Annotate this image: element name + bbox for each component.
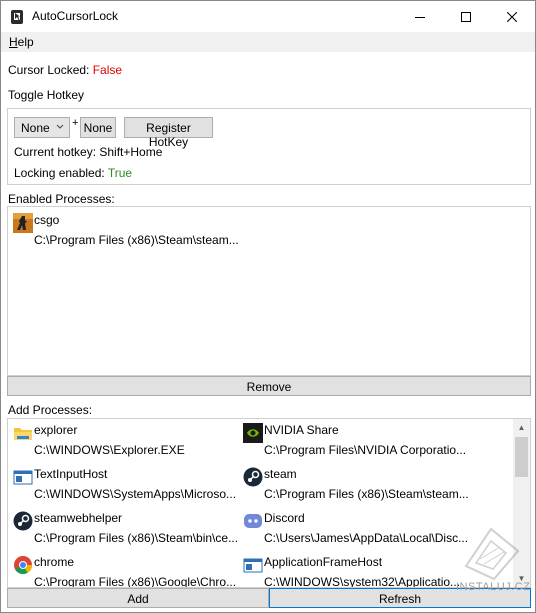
menu-help-rest: elp (17, 35, 34, 49)
enabled-processes-list[interactable]: csgo C:\Program Files (x86)\Steam\steam.… (7, 206, 531, 376)
register-hotkey-button[interactable]: Register HotKey (124, 117, 213, 149)
process-path: C:\Program Files (x86)\Steam\steam... (264, 487, 469, 501)
maximize-icon (461, 11, 471, 22)
process-name: steamwebhelper (34, 511, 123, 525)
modifier-select-value: None (21, 121, 50, 135)
add-processes-list[interactable]: explorer C:\WINDOWS\Explorer.EXE NVIDIA … (7, 418, 531, 588)
hotkey-key-button[interactable]: None (80, 117, 116, 138)
current-hotkey-text: Current hotkey: Shift+Home (14, 145, 163, 159)
locking-enabled-value: True (107, 166, 133, 180)
process-path: C:\Program Files (x86)\Google\Chro... (34, 575, 237, 588)
process-path: C:\Program Files\NVIDIA Corporatio... (264, 443, 467, 457)
menu-help[interactable]: Help (9, 35, 34, 49)
add-process-item[interactable]: Discord C:\Users\James\AppData\Local\Dis… (243, 511, 468, 551)
minimize-icon (415, 16, 425, 18)
process-path: C:\Program Files (x86)\Steam\steam... (34, 233, 239, 247)
close-button[interactable] (489, 1, 535, 32)
app-window: AutoCursorLock Help Cursor Locked: False… (0, 0, 536, 613)
steam-icon (13, 511, 33, 531)
add-process-item[interactable]: chrome C:\Program Files (x86)\Google\Chr… (13, 555, 238, 588)
close-icon (507, 11, 517, 22)
chrome-icon (14, 556, 33, 575)
add-process-item[interactable]: NVIDIA Share C:\Program Files\NVIDIA Cor… (243, 423, 467, 463)
discord-icon (244, 514, 262, 528)
remove-button[interactable]: Remove (7, 376, 531, 396)
steam-icon (243, 467, 263, 487)
process-name: ApplicationFrameHost (264, 555, 383, 569)
nvidia-icon (243, 423, 263, 443)
add-process-item[interactable]: steamwebhelper C:\Program Files (x86)\St… (13, 511, 238, 551)
minimize-button[interactable] (397, 1, 443, 32)
process-path: C:\Program Files (x86)\Steam\bin\ce... (34, 531, 239, 545)
maximize-button[interactable] (443, 1, 489, 32)
process-name: NVIDIA Share (264, 423, 339, 437)
process-name: chrome (34, 555, 75, 569)
watermark-text: INSTALUJ.CZ (456, 581, 531, 593)
watermark-logo (464, 527, 520, 581)
scroll-up-icon[interactable]: ▲ (513, 419, 530, 436)
add-process-item[interactable]: explorer C:\WINDOWS\Explorer.EXE (13, 423, 238, 463)
menu-bar: Help (1, 32, 535, 52)
window-title: AutoCursorLock (32, 9, 119, 23)
process-name: steam (264, 467, 297, 481)
app-lock-icon (11, 10, 23, 24)
cursor-locked-status: Cursor Locked: False (8, 63, 122, 77)
window-app-icon (13, 470, 33, 485)
add-process-item[interactable]: TextInputHost C:\WINDOWS\SystemApps\Micr… (13, 467, 238, 507)
chevron-down-icon (56, 124, 64, 129)
enabled-process-item[interactable]: csgo C:\Program Files (x86)\Steam\steam.… (13, 213, 253, 253)
plus-sign: + (72, 117, 79, 129)
process-path: C:\WINDOWS\system32\Applicatio... (264, 575, 461, 588)
add-processes-label: Add Processes: (8, 403, 93, 417)
locking-enabled-label: Locking enabled: (14, 166, 108, 180)
csgo-icon (13, 213, 33, 233)
scroll-thumb[interactable] (515, 437, 528, 477)
process-path: C:\WINDOWS\Explorer.EXE (34, 443, 185, 457)
enabled-processes-label: Enabled Processes: (8, 192, 115, 206)
hotkey-group: None + None Register HotKey Current hotk… (7, 108, 531, 185)
window-app-icon (243, 558, 263, 573)
folder-icon (14, 428, 32, 440)
add-button[interactable]: Add (7, 588, 269, 608)
menu-help-mnemonic: H (9, 35, 18, 49)
process-name: csgo (34, 213, 60, 227)
modifier-select[interactable]: None (14, 117, 70, 138)
toggle-hotkey-label: Toggle Hotkey (8, 88, 85, 102)
process-name: explorer (34, 423, 78, 437)
cursor-locked-value: False (92, 63, 123, 77)
process-path: C:\WINDOWS\SystemApps\Microso... (34, 487, 237, 501)
cursor-locked-label: Cursor Locked: (8, 63, 93, 77)
process-path: C:\Users\James\AppData\Local\Disc... (264, 531, 469, 545)
locking-enabled-status: Locking enabled: True (14, 166, 132, 180)
process-name: Discord (264, 511, 305, 525)
title-bar: AutoCursorLock (1, 1, 535, 32)
add-process-item[interactable]: ApplicationFrameHost C:\WINDOWS\system32… (243, 555, 463, 588)
process-name: TextInputHost (34, 467, 108, 481)
add-process-item[interactable]: steam C:\Program Files (x86)\Steam\steam… (243, 467, 469, 507)
